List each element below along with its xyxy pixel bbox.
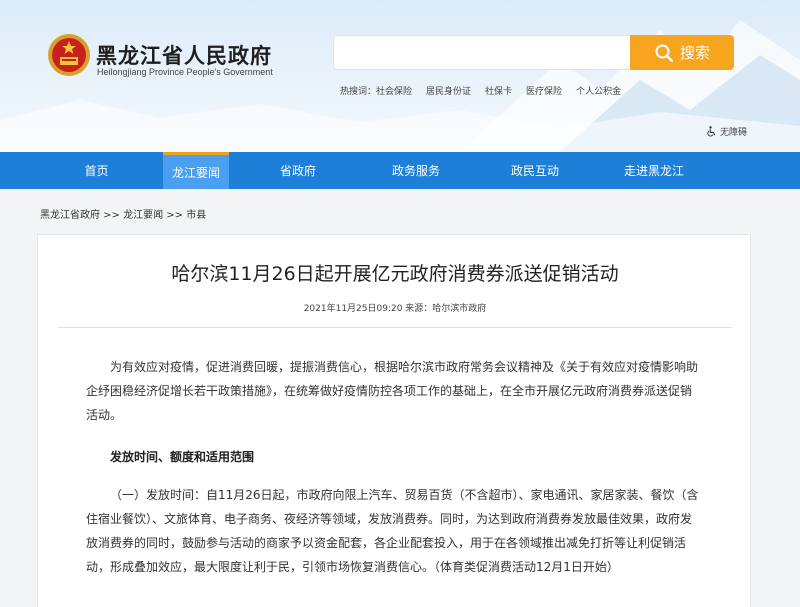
nav-item-visit-heilongjiang[interactable]: 走进黑龙江 (595, 152, 713, 189)
nav-item-public-interaction[interactable]: 政民互动 (475, 152, 595, 189)
site-subtitle: Heilongjiang Province People's Governmen… (97, 67, 273, 77)
nav-item-province-government[interactable]: 省政府 (239, 152, 357, 189)
search-button-label: 搜索 (679, 44, 710, 62)
section-heading: 发放时间、额度和适用范围 (110, 450, 255, 464)
hot-word[interactable]: 社保卡 (485, 84, 512, 97)
search-input[interactable] (333, 35, 631, 70)
article-container: 哈尔滨11月26日起开展亿元政府消费券派送促销活动 2021年11月25日09:… (37, 234, 751, 607)
article-paragraph: 为有效应对疫情，促进消费回暖，提振消费信心，根据哈尔滨市政府常务会议精神及《关于… (86, 360, 699, 422)
main-nav: 首页 龙江要闻 省政府 政务服务 政民互动 走进黑龙江 (0, 152, 800, 189)
hot-word[interactable]: 医疗保险 (526, 84, 562, 97)
hot-word[interactable]: 居民身份证 (426, 84, 471, 97)
hot-word-label[interactable]: 热搜词：社会保险 (340, 84, 412, 97)
accessibility-link[interactable]: 无障碍 (706, 125, 747, 138)
search-button[interactable]: 搜索 (630, 35, 734, 70)
article-paragraph: （一）发放时间：自11月26日起，市政府向限上汽车、贸易百货（不含超市）、家电通… (86, 488, 699, 574)
site-title: 黑龙江省人民政府 (96, 44, 272, 68)
nav-item-longjiang-news[interactable]: 龙江要闻 (163, 152, 229, 189)
breadcrumb[interactable]: 黑龙江省政府 >> 龙江要闻 >> 市县 (40, 206, 206, 221)
article-title: 哈尔滨11月26日起开展亿元政府消费券派送促销活动 (171, 263, 619, 285)
site-header: 黑龙江省人民政府 Heilongjiang Province People's … (0, 0, 800, 152)
article-meta: 2021年11月25日09:20 来源：哈尔滨市政府 (303, 304, 487, 314)
accessibility-label: 无障碍 (720, 128, 748, 138)
hot-search-words: 热搜词：社会保险 居民身份证 社保卡 医疗保险 个人公积金 (340, 84, 621, 97)
divider (58, 327, 732, 328)
hot-word[interactable]: 个人公积金 (576, 84, 621, 97)
search-icon (655, 44, 674, 62)
wheelchair-icon (707, 126, 716, 137)
nav-item-government-services[interactable]: 政务服务 (357, 152, 475, 189)
national-emblem-icon (48, 34, 90, 76)
